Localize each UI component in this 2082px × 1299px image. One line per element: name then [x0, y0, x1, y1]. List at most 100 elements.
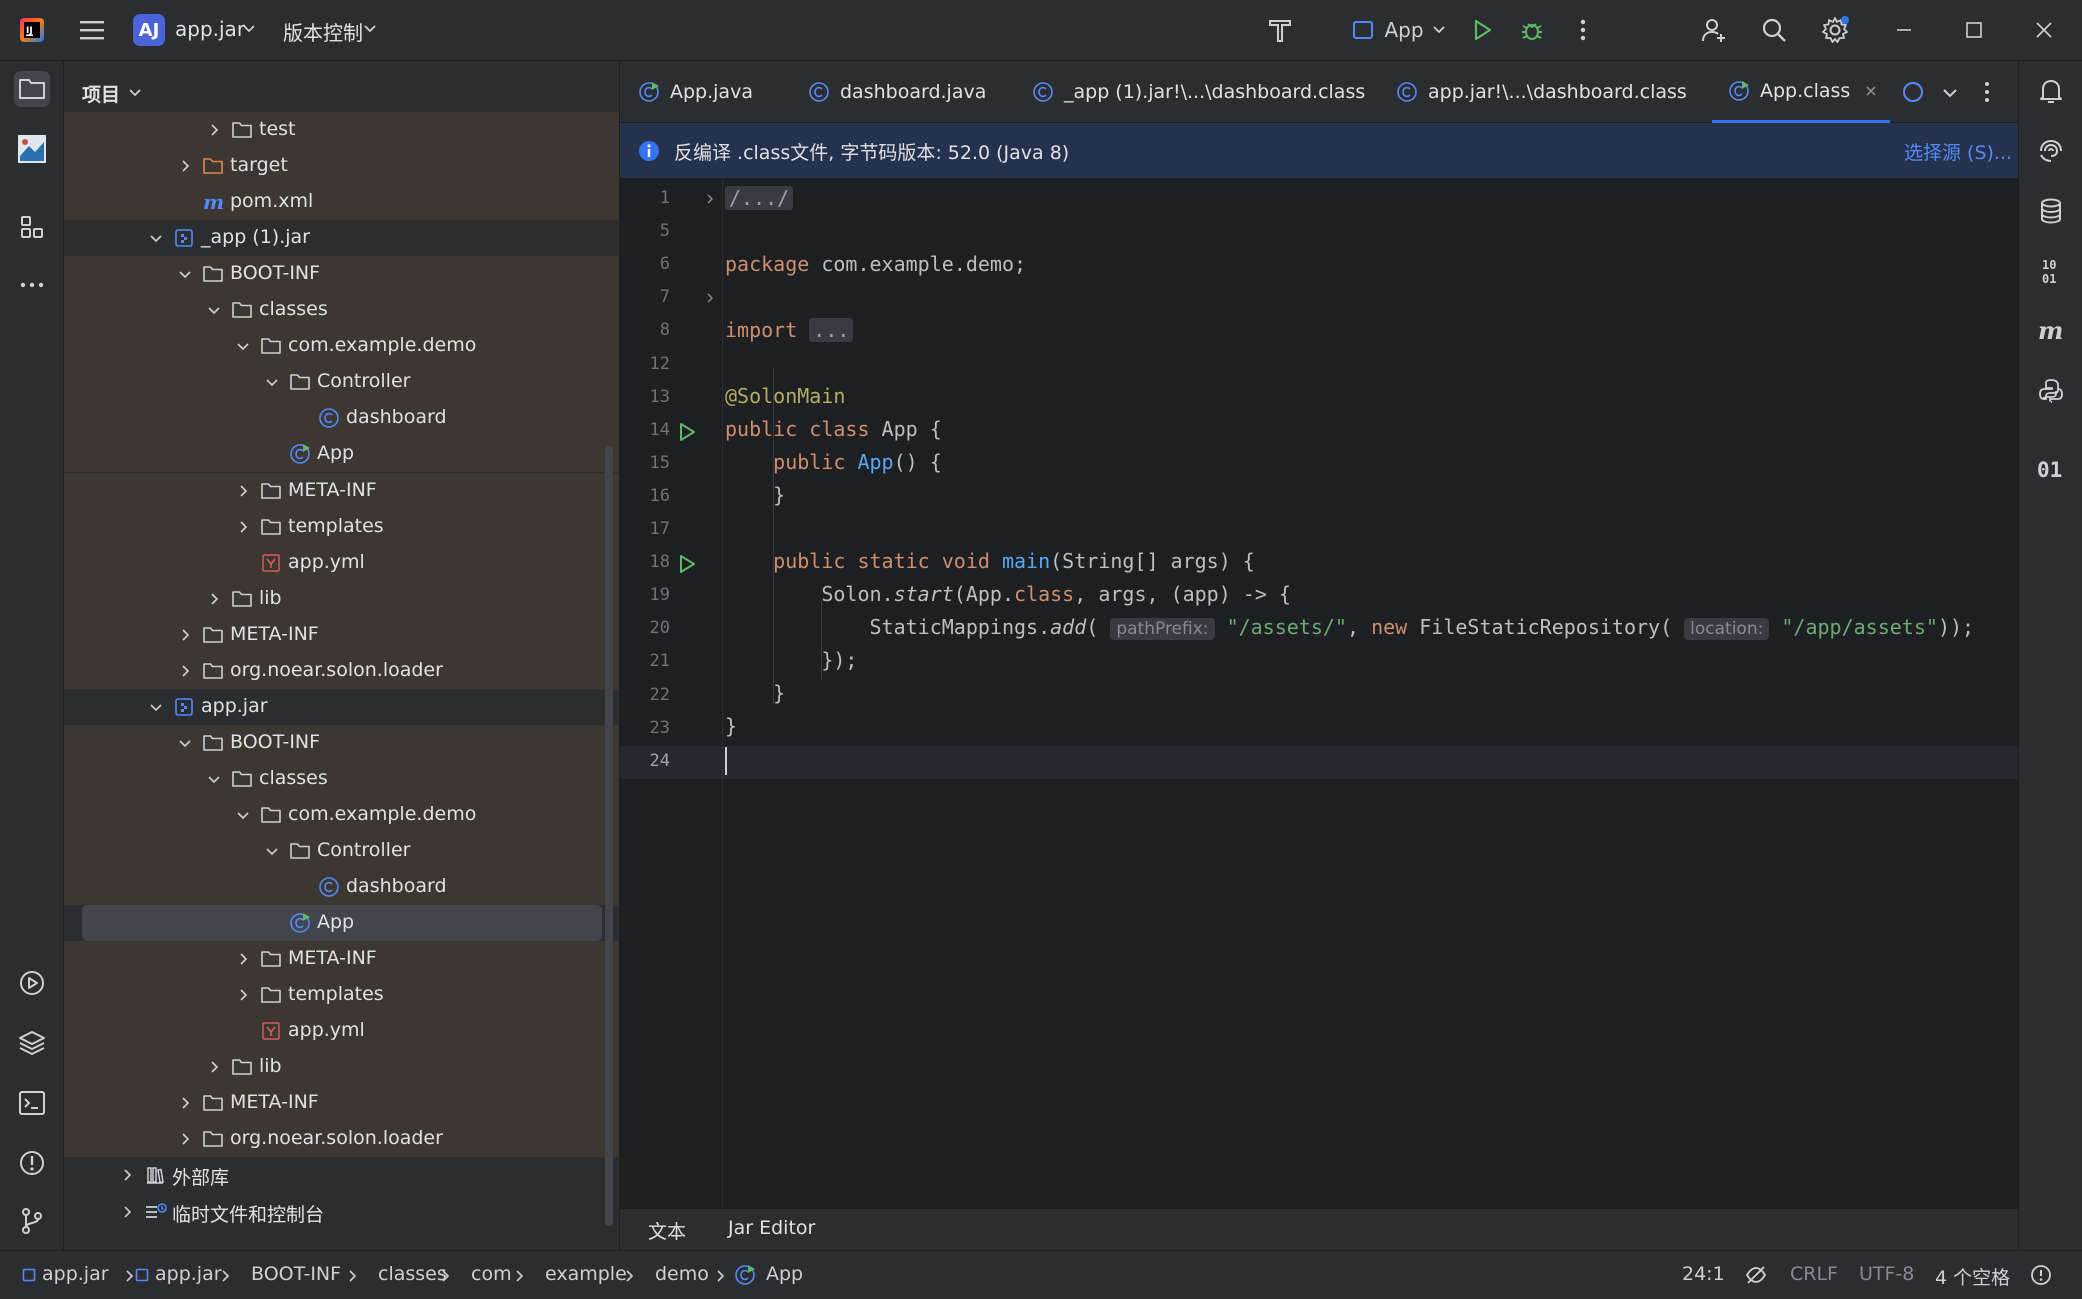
tree-item-app-1-jar[interactable]: _app (1).jar: [64, 220, 619, 256]
choose-source-link[interactable]: 选择源 (S)...: [1904, 138, 2012, 165]
chevron-down-icon[interactable]: [207, 303, 221, 317]
tree-item-lib[interactable]: lib: [64, 1049, 619, 1086]
vcs-menu[interactable]: 版本控制: [283, 17, 363, 46]
settings-gear-icon[interactable]: [1815, 10, 1855, 50]
tabs-dropdown-icon[interactable]: [1942, 85, 1958, 101]
tree-item-classes[interactable]: classes: [64, 292, 619, 329]
breadcrumb-item[interactable]: example: [545, 1263, 627, 1285]
binary-viewer-icon[interactable]: 10 01: [2033, 253, 2069, 289]
inspection-off-icon[interactable]: [1744, 1263, 1768, 1287]
breadcrumb-item[interactable]: BOOT-INF: [251, 1263, 341, 1285]
notifications-bell-icon[interactable]: [2033, 73, 2069, 109]
maximize-window-icon[interactable]: [1954, 10, 1994, 50]
database-icon[interactable]: [2033, 193, 2069, 229]
tree-item-boot-inf[interactable]: BOOT-INF: [64, 724, 619, 761]
chevron-down-icon[interactable]: [265, 844, 279, 858]
indent-setting[interactable]: 4 个空格: [1935, 1263, 2010, 1290]
editor-tab[interactable]: _app (1).jar!\...\dashboard.class: [1032, 61, 1365, 123]
run-gutter-icon[interactable]: [676, 421, 698, 443]
breadcrumb-item[interactable]: demo: [655, 1263, 709, 1285]
chevron-right-icon[interactable]: [120, 1205, 134, 1219]
tree-item-临时文件和控制台[interactable]: 临时文件和控制台: [64, 1194, 619, 1230]
tree-item-dashboard[interactable]: dashboard: [64, 869, 619, 906]
chevron-right-icon[interactable]: [207, 1060, 221, 1074]
main-menu-icon[interactable]: [72, 10, 112, 50]
tree-item-外部库[interactable]: 外部库: [64, 1157, 619, 1193]
chevron-down-icon[interactable]: [242, 22, 256, 36]
project-name[interactable]: app.jar: [175, 17, 245, 41]
chevron-down-icon[interactable]: [128, 86, 142, 100]
tree-item-templates[interactable]: templates: [64, 508, 619, 545]
project-badge[interactable]: AJ: [133, 14, 165, 46]
breadcrumb-item[interactable]: app.jar: [42, 1263, 109, 1285]
tree-item-com-example-demo[interactable]: com.example.demo: [64, 796, 619, 833]
chevron-right-icon[interactable]: [178, 1096, 192, 1110]
tree-item-target[interactable]: target: [64, 148, 619, 185]
chevron-down-icon[interactable]: [149, 700, 163, 714]
structure-icon[interactable]: [14, 209, 50, 245]
project-folder-icon[interactable]: [14, 71, 50, 107]
line-ending[interactable]: CRLF: [1790, 1263, 1838, 1285]
chevron-right-icon[interactable]: [236, 952, 250, 966]
tree-item-dashboard[interactable]: dashboard: [64, 400, 619, 437]
tree-item-app-yml[interactable]: app.yml: [64, 544, 619, 581]
python-console-icon[interactable]: [2033, 373, 2069, 409]
chevron-right-icon[interactable]: [120, 1168, 134, 1182]
folded-imports[interactable]: ...: [809, 318, 854, 342]
run-services-icon[interactable]: [14, 965, 50, 1001]
tree-item-app[interactable]: App: [64, 436, 619, 473]
breadcrumb-item[interactable]: classes: [378, 1263, 447, 1285]
chevron-right-icon[interactable]: [178, 664, 192, 678]
tree-item-org-noear-solon-loader[interactable]: org.noear.solon.loader: [64, 1121, 619, 1158]
byte-code-viewer-icon[interactable]: 01: [2033, 451, 2069, 487]
editor-tab[interactable]: app.jar!\...\dashboard.class: [1396, 61, 1687, 123]
minimize-window-icon[interactable]: [1884, 10, 1924, 50]
chevron-down-icon[interactable]: [149, 231, 163, 245]
chevron-right-icon[interactable]: [207, 123, 221, 137]
search-icon[interactable]: [1756, 10, 1792, 50]
chevron-down-icon[interactable]: [178, 267, 192, 281]
run-config-selector[interactable]: App: [1344, 10, 1454, 50]
problems-icon[interactable]: [14, 1145, 50, 1181]
git-branch-icon[interactable]: [14, 1203, 50, 1239]
tree-item-meta-inf[interactable]: META-INF: [64, 1085, 619, 1122]
close-tab-icon[interactable]: [1864, 84, 1878, 98]
tree-item-pom-xml[interactable]: m pom.xml: [64, 184, 619, 221]
chevron-right-icon[interactable]: [207, 592, 221, 606]
breadcrumb-item[interactable]: com: [471, 1263, 512, 1285]
tree-item-templates[interactable]: templates: [64, 977, 619, 1014]
tree-item-lib[interactable]: lib: [64, 580, 619, 617]
chevron-down-icon[interactable]: [363, 22, 377, 36]
terminal-icon[interactable]: [14, 1085, 50, 1121]
tree-item-app[interactable]: App: [82, 905, 602, 942]
breadcrumb-item[interactable]: app.jar: [155, 1263, 222, 1285]
project-panel-title[interactable]: 项目: [82, 80, 120, 107]
fold-chevron-icon[interactable]: [704, 193, 716, 205]
tab-overflow-icon[interactable]: [1902, 81, 1924, 103]
ai-assistant-icon[interactable]: [2033, 133, 2069, 169]
chevron-down-icon[interactable]: [207, 772, 221, 786]
file-encoding[interactable]: UTF-8: [1859, 1263, 1914, 1285]
tab-jar-editor[interactable]: Jar Editor: [728, 1217, 815, 1239]
tree-item-classes[interactable]: classes: [64, 760, 619, 797]
tree-item-meta-inf[interactable]: META-INF: [64, 941, 619, 978]
layers-icon[interactable]: [14, 1025, 50, 1061]
tree-item-meta-inf[interactable]: META-INF: [64, 472, 619, 509]
tree-item-controller[interactable]: Controller: [64, 364, 619, 401]
plugin-avatar-icon[interactable]: [14, 131, 50, 167]
folded-region[interactable]: /.../: [725, 186, 794, 210]
caret-position[interactable]: 24:1: [1682, 1263, 1725, 1285]
chevron-down-icon[interactable]: [236, 808, 250, 822]
chevron-down-icon[interactable]: [265, 375, 279, 389]
intellij-logo-icon[interactable]: IJ: [14, 10, 50, 50]
editor-tab[interactable]: dashboard.java: [808, 61, 986, 123]
chevron-right-icon[interactable]: [236, 484, 250, 498]
debug-icon[interactable]: [1514, 10, 1550, 50]
more-actions-icon[interactable]: [1568, 10, 1598, 50]
chevron-down-icon[interactable]: [178, 736, 192, 750]
fold-chevron-icon[interactable]: [704, 292, 716, 304]
build-hammer-icon[interactable]: [1262, 10, 1298, 50]
project-tree-scrollbar[interactable]: [605, 446, 613, 1226]
close-window-icon[interactable]: [2024, 10, 2064, 50]
breadcrumb-item[interactable]: App: [766, 1263, 803, 1285]
